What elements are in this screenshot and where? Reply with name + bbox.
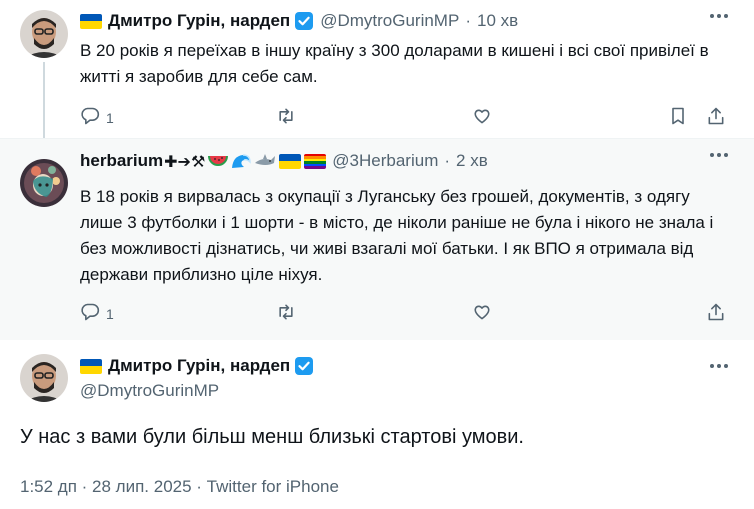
separator: · bbox=[465, 11, 471, 30]
author-name[interactable]: Дмитро Гурін, нардеп bbox=[108, 11, 290, 31]
reply-count: 1 bbox=[106, 109, 114, 126]
tweet-header: herbarium ✚➔⚒ @3Herbarium · 2 хв bbox=[80, 150, 488, 172]
author-handle[interactable]: @3Herbarium bbox=[332, 151, 438, 171]
avatar[interactable] bbox=[20, 354, 68, 402]
timestamp[interactable]: 10 хв bbox=[477, 11, 518, 31]
share-button[interactable] bbox=[706, 106, 726, 129]
shark-icon bbox=[254, 153, 276, 169]
reply-icon bbox=[80, 106, 100, 129]
retweet-icon bbox=[276, 302, 296, 325]
retweet-button[interactable] bbox=[276, 106, 296, 129]
reply-button[interactable]: 1 bbox=[80, 302, 114, 325]
author-name-emoji: ✚➔⚒ bbox=[164, 151, 206, 171]
action-bar: 1 bbox=[80, 106, 740, 128]
bookmark-icon bbox=[668, 106, 688, 129]
author-name[interactable]: Дмитро Гурін, нардеп bbox=[108, 356, 290, 376]
main-tweet: Дмитро Гурін, нардеп @DmytroGurinMP У на… bbox=[0, 340, 754, 509]
thread-tweet-1[interactable]: Дмитро Гурін, нардеп @DmytroGurinMP · 10… bbox=[0, 0, 754, 138]
bookmark-button[interactable] bbox=[668, 106, 688, 129]
action-bar: 1 bbox=[80, 302, 740, 324]
author-handle[interactable]: @DmytroGurinMP bbox=[80, 381, 219, 401]
retweet-button[interactable] bbox=[276, 302, 296, 325]
reply-count: 1 bbox=[106, 305, 114, 322]
verified-badge-icon bbox=[294, 11, 314, 31]
avatar[interactable] bbox=[20, 159, 68, 207]
like-button[interactable] bbox=[472, 106, 492, 129]
like-button[interactable] bbox=[472, 302, 492, 325]
watermelon-icon bbox=[208, 153, 229, 169]
wave-icon bbox=[231, 153, 251, 169]
separator: · bbox=[444, 151, 451, 170]
share-icon bbox=[706, 106, 726, 129]
tweet-text: В 18 років я вирвалась з окупації з Луга… bbox=[80, 187, 714, 284]
like-icon bbox=[472, 106, 492, 129]
verified-badge-icon bbox=[294, 356, 314, 376]
reply-button[interactable]: 1 bbox=[80, 106, 114, 129]
timestamp[interactable]: 2 хв bbox=[456, 151, 488, 171]
ukraine-flag-icon bbox=[279, 153, 302, 169]
more-options-icon[interactable] bbox=[710, 14, 728, 18]
ukraine-flag-icon bbox=[80, 358, 102, 374]
more-options-icon[interactable] bbox=[710, 364, 728, 368]
author-handle[interactable]: @DmytroGurinMP bbox=[320, 11, 459, 31]
tweet-header: Дмитро Гурін, нардеп @DmytroGurinMP · 10… bbox=[80, 10, 518, 32]
tweet-meta: 1:52 дп · 28 лип. 2025 · Twitter for iPh… bbox=[20, 477, 339, 496]
thread-tweet-2[interactable]: herbarium ✚➔⚒ @3Herbarium · 2 хв В 18 ро… bbox=[0, 138, 754, 340]
avatar[interactable] bbox=[20, 10, 68, 58]
like-icon bbox=[472, 302, 492, 325]
tweet-text: У нас з вами були більш менш близькі ста… bbox=[20, 426, 524, 448]
reply-icon bbox=[80, 302, 100, 325]
retweet-icon bbox=[276, 106, 296, 129]
share-icon bbox=[706, 302, 726, 325]
author-name[interactable]: herbarium bbox=[80, 151, 163, 171]
share-button[interactable] bbox=[706, 302, 726, 325]
ukraine-flag-icon bbox=[80, 13, 102, 29]
thread-connector bbox=[43, 62, 45, 138]
more-options-icon[interactable] bbox=[710, 153, 728, 157]
tweet-text: В 20 років я переїхав в іншу країну з 30… bbox=[80, 41, 709, 86]
rainbow-flag-icon bbox=[304, 153, 327, 169]
tweet-header: Дмитро Гурін, нардеп bbox=[80, 356, 320, 376]
